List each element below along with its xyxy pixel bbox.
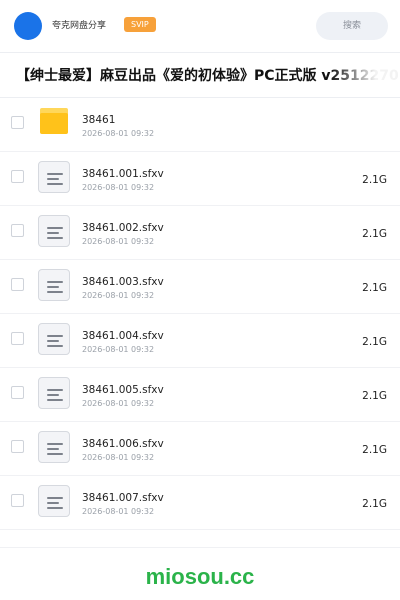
file-row[interactable]: 38461.002.sfxv 2026-08-01 09:32 2.1G — [0, 206, 400, 260]
select-checkbox[interactable] — [11, 224, 24, 237]
select-checkbox[interactable] — [11, 332, 24, 345]
file-date: 2026-08-01 09:32 — [82, 183, 155, 192]
avatar[interactable] — [14, 12, 42, 40]
file-row[interactable]: 38461.004.sfxv 2026-08-01 09:32 2.1G — [0, 314, 400, 368]
file-row[interactable]: 38461.006.sfxv 2026-08-01 09:32 2.1G — [0, 422, 400, 476]
file-name[interactable]: 38461.007.sfxv — [82, 492, 164, 505]
file-date: 2026-08-01 09:32 — [82, 507, 155, 516]
select-checkbox[interactable] — [11, 494, 24, 507]
share-title-bar: 【绅士最爱】麻豆出品《爱的初体验》PC正式版 v2512270 — [0, 53, 400, 97]
file-date: 2026-08-01 09:32 — [82, 399, 155, 408]
select-checkbox[interactable] — [11, 170, 24, 183]
folder-icon — [40, 108, 68, 134]
file-date: 2026-08-01 09:32 — [82, 345, 155, 354]
file-row[interactable]: 38461 2026-08-01 09:32 — [0, 98, 400, 152]
file-name[interactable]: 38461.006.sfxv — [82, 438, 164, 451]
file-size: 2.1G — [362, 336, 387, 348]
file-row[interactable]: 38461.007.sfxv 2026-08-01 09:32 2.1G — [0, 476, 400, 530]
file-size: 2.1G — [362, 174, 387, 186]
username: 夸克网盘分享 — [52, 21, 107, 31]
title-fade — [330, 53, 400, 97]
file-size: 2.1G — [362, 498, 387, 510]
select-checkbox[interactable] — [11, 440, 24, 453]
file-size: 2.1G — [362, 390, 387, 402]
file-size: 2.1G — [362, 444, 387, 456]
file-date: 2026-08-01 09:32 — [82, 453, 155, 462]
select-checkbox[interactable] — [11, 116, 24, 129]
search-input[interactable]: 搜索 — [316, 12, 388, 40]
file-size: 2.1G — [362, 228, 387, 240]
file-row[interactable]: 38461.005.sfxv 2026-08-01 09:32 2.1G — [0, 368, 400, 422]
file-name[interactable]: 38461.003.sfxv — [82, 276, 164, 289]
file-name[interactable]: 38461 — [82, 114, 115, 127]
file-name[interactable]: 38461.002.sfxv — [82, 222, 164, 235]
document-icon — [38, 269, 70, 301]
file-name[interactable]: 38461.004.sfxv — [82, 330, 164, 343]
document-icon — [38, 323, 70, 355]
footer: miosou.cc — [0, 548, 400, 600]
document-icon — [38, 215, 70, 247]
document-icon — [38, 377, 70, 409]
document-icon — [38, 431, 70, 463]
site-watermark: miosou.cc — [145, 564, 255, 589]
document-icon — [38, 485, 70, 517]
file-date: 2026-08-01 09:32 — [82, 129, 155, 138]
file-date: 2026-08-01 09:32 — [82, 291, 155, 300]
file-row[interactable]: 38461.003.sfxv 2026-08-01 09:32 2.1G — [0, 260, 400, 314]
file-size: 2.1G — [362, 282, 387, 294]
select-checkbox[interactable] — [11, 386, 24, 399]
app-header: 夸克网盘分享 SVIP 搜索 — [0, 0, 400, 52]
svip-badge: SVIP — [124, 17, 156, 32]
document-icon — [38, 161, 70, 193]
file-date: 2026-08-01 09:32 — [82, 237, 155, 246]
file-name[interactable]: 38461.005.sfxv — [82, 384, 164, 397]
file-list: 38461 2026-08-01 09:32 38461.001.sfxv 2026-… — [0, 98, 400, 530]
select-checkbox[interactable] — [11, 278, 24, 291]
file-row[interactable]: 38461.001.sfxv 2026-08-01 09:32 2.1G — [0, 152, 400, 206]
file-name[interactable]: 38461.001.sfxv — [82, 168, 164, 181]
